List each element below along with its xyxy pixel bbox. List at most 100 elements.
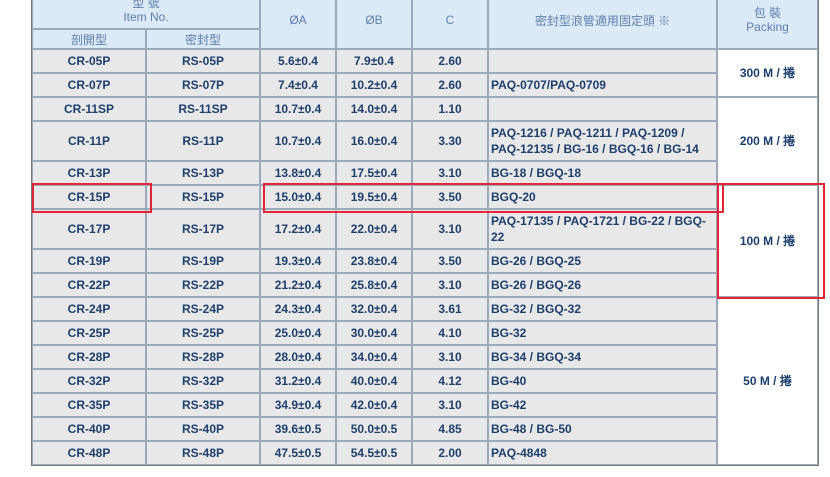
sealed-model: RS-32P — [146, 369, 260, 393]
dim-c: 3.50 — [412, 249, 488, 273]
split-model: CR-07P — [32, 73, 146, 97]
dim-a: 10.7±0.4 — [260, 121, 336, 161]
dim-c: 3.10 — [412, 209, 488, 249]
split-model: CR-11P — [32, 121, 146, 161]
dim-a: 28.0±0.4 — [260, 345, 336, 369]
dim-c: 3.10 — [412, 273, 488, 297]
dim-c: 3.10 — [412, 393, 488, 417]
dim-b: 54.5±0.5 — [336, 441, 412, 465]
col-a-header: ØA — [260, 0, 336, 49]
table-row: CR-25P RS-25P 25.0±0.4 30.0±0.4 4.10 BG-… — [32, 321, 818, 345]
dim-b: 23.8±0.4 — [336, 249, 412, 273]
sealed-model: RS-17P — [146, 209, 260, 249]
table-row: CR-05P RS-05P 5.6±0.4 7.9±0.4 2.60 300 M… — [32, 49, 818, 97]
sealed-model: RS-24P — [146, 297, 260, 321]
split-model: CR-32P — [32, 369, 146, 393]
table-row: CR-11P RS-11P 10.7±0.4 16.0±0.4 3.30 PAQ… — [32, 121, 818, 161]
sealed-model: RS-15P — [146, 185, 260, 209]
sealed-model: RS-07P — [146, 73, 260, 97]
dim-a: 31.2±0.4 — [260, 369, 336, 393]
fitting-list — [488, 49, 717, 73]
sealed-model: RS-28P — [146, 345, 260, 369]
dim-a: 15.0±0.4 — [260, 185, 336, 209]
dim-a: 39.6±0.5 — [260, 417, 336, 441]
dim-c: 3.61 — [412, 297, 488, 321]
dim-b: 25.8±0.4 — [336, 273, 412, 297]
fitting-header: 密封型浪管適用固定頭 ※ — [488, 0, 717, 49]
dim-a: 24.3±0.4 — [260, 297, 336, 321]
fitting-list: PAQ-0707/PAQ-0709 — [488, 73, 717, 97]
sealed-model: RS-11SP — [146, 97, 260, 121]
fitting-list: BG-48 / BG-50 — [488, 417, 717, 441]
fitting-list: PAQ-17135 / PAQ-1721 / BG-22 / BGQ-22 — [488, 209, 717, 249]
dim-c: 1.10 — [412, 97, 488, 121]
dim-b: 17.5±0.4 — [336, 161, 412, 185]
dim-b: 40.0±0.4 — [336, 369, 412, 393]
dim-a: 7.4±0.4 — [260, 73, 336, 97]
sealed-model: RS-48P — [146, 441, 260, 465]
sealed-model: RS-11P — [146, 121, 260, 161]
dim-a: 21.2±0.4 — [260, 273, 336, 297]
split-model: CR-11SP — [32, 97, 146, 121]
item-no-en: Item No. — [123, 10, 169, 24]
dim-c: 4.10 — [412, 321, 488, 345]
packing-200: 200 M / 捲 — [717, 97, 818, 185]
split-type-header: 剖開型 — [32, 29, 146, 49]
product-spec-table: 型 號 Item No. ØA ØB C 密封型浪管適用固定頭 ※ 包 裝 Pa… — [31, 0, 819, 466]
dim-a: 5.6±0.4 — [260, 49, 336, 73]
dim-b: 32.0±0.4 — [336, 297, 412, 321]
dim-c: 2.00 — [412, 441, 488, 465]
dim-b: 42.0±0.4 — [336, 393, 412, 417]
sealed-model: RS-35P — [146, 393, 260, 417]
fitting-list: BGQ-20 — [488, 185, 717, 209]
fitting-list — [488, 97, 717, 121]
fitting-list: BG-18 / BGQ-18 — [488, 161, 717, 185]
packing-en: Packing — [746, 20, 789, 34]
sealed-model: RS-13P — [146, 161, 260, 185]
packing-100: 100 M / 捲 — [717, 185, 818, 297]
dim-a: 25.0±0.4 — [260, 321, 336, 345]
sealed-model: RS-22P — [146, 273, 260, 297]
table-row: CR-19P RS-19P 19.3±0.4 23.8±0.4 3.50 BG-… — [32, 249, 818, 273]
fitting-list: BG-32 / BGQ-32 — [488, 297, 717, 321]
table-row: CR-28P RS-28P 28.0±0.4 34.0±0.4 3.10 BG-… — [32, 345, 818, 369]
table-row: CR-32P RS-32P 31.2±0.4 40.0±0.4 4.12 BG-… — [32, 369, 818, 393]
dim-c: 3.50 — [412, 185, 488, 209]
split-model: CR-25P — [32, 321, 146, 345]
fitting-list: BG-42 — [488, 393, 717, 417]
dim-c: 2.60 — [412, 49, 488, 73]
split-model: CR-35P — [32, 393, 146, 417]
table-row: CR-35P RS-35P 34.9±0.4 42.0±0.4 3.10 BG-… — [32, 393, 818, 417]
fitting-list: BG-40 — [488, 369, 717, 393]
split-model: CR-48P — [32, 441, 146, 465]
fitting-list: BG-26 / BGQ-26 — [488, 273, 717, 297]
split-model: CR-19P — [32, 249, 146, 273]
dim-c: 2.60 — [412, 73, 488, 97]
table-row: CR-11SP RS-11SP 10.7±0.4 14.0±0.4 1.10 2… — [32, 97, 818, 185]
dim-a: 34.9±0.4 — [260, 393, 336, 417]
fitting-list: PAQ-4848 — [488, 441, 717, 465]
fitting-list: BG-26 / BGQ-25 — [488, 249, 717, 273]
dim-a: 47.5±0.5 — [260, 441, 336, 465]
dim-b: 7.9±0.4 — [336, 49, 412, 73]
table-row: CR-07P RS-07P 7.4±0.4 10.2±0.4 2.60 PAQ-… — [32, 73, 818, 97]
table-row-highlighted: CR-15P RS-15P 15.0±0.4 19.5±0.4 3.50 BGQ… — [32, 185, 818, 297]
packing-50: 50 M / 捲 — [717, 297, 818, 465]
split-model: CR-28P — [32, 345, 146, 369]
dim-c: 4.12 — [412, 369, 488, 393]
col-c-header: C — [412, 0, 488, 49]
dim-c: 3.10 — [412, 345, 488, 369]
fitting-list: BG-34 / BGQ-34 — [488, 345, 717, 369]
dim-a: 13.8±0.4 — [260, 161, 336, 185]
dim-b: 30.0±0.4 — [336, 321, 412, 345]
dim-c: 3.10 — [412, 161, 488, 185]
dim-b: 34.0±0.4 — [336, 345, 412, 369]
fitting-list: BG-32 — [488, 321, 717, 345]
sealed-model: RS-05P — [146, 49, 260, 73]
dim-a: 10.7±0.4 — [260, 97, 336, 121]
sealed-model: RS-25P — [146, 321, 260, 345]
dim-c: 3.30 — [412, 121, 488, 161]
packing-300: 300 M / 捲 — [717, 49, 818, 97]
sealed-type-header: 密封型 — [146, 29, 260, 49]
dim-b: 19.5±0.4 — [336, 185, 412, 209]
